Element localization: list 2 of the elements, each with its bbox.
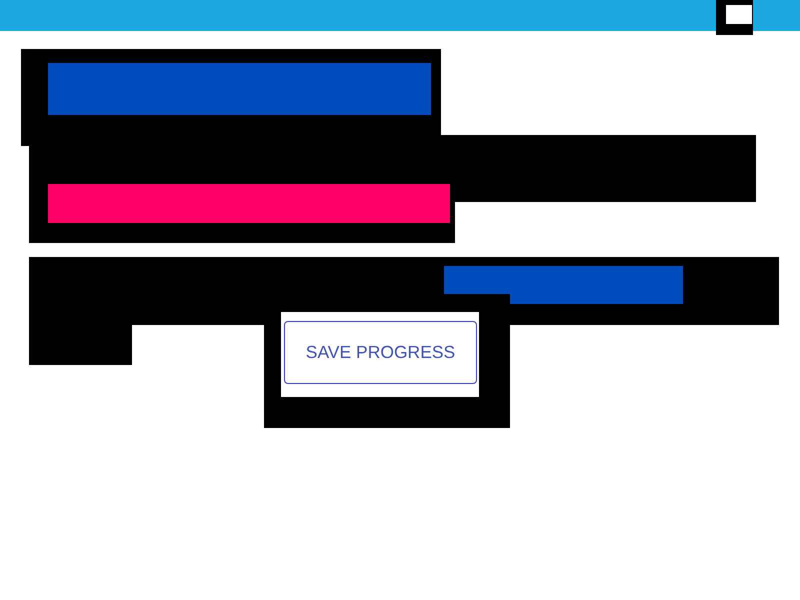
- save-button[interactable]: SAVE PROGRESS: [284, 321, 477, 384]
- frame-icon: [716, 0, 753, 35]
